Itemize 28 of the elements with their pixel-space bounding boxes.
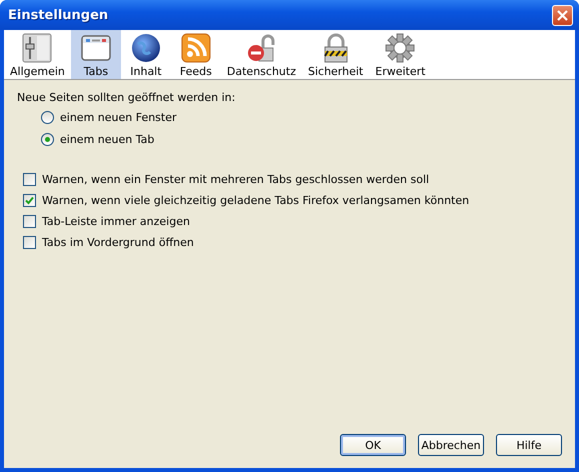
checkbox[interactable] — [23, 172, 36, 186]
close-icon — [556, 8, 569, 22]
checkbox[interactable] — [23, 236, 36, 248]
checkbox-label[interactable]: Tabs im Vordergrund öffnen — [42, 236, 194, 248]
pane-tab[interactable]: Allgemein — [4, 30, 71, 79]
dialog-button[interactable]: Abbrechen — [418, 434, 484, 456]
pane-tab[interactable]: Feeds — [170, 30, 221, 79]
pane-tab[interactable]: Inhalt — [120, 30, 171, 79]
checkbox-label[interactable]: Warnen, wenn ein Fenster mit mehreren Tabs geschlossen werden soll — [42, 172, 430, 186]
checkbox[interactable] — [23, 194, 36, 206]
slider-panel-icon — [21, 32, 54, 64]
close-button[interactable] — [552, 4, 573, 26]
pane-tab[interactable]: Tabs — [70, 30, 121, 79]
radio-label[interactable]: einem neuen Fenster — [60, 110, 177, 124]
checkbox-label[interactable]: Tab-Leiste immer anzeigen — [42, 214, 190, 228]
globe-icon — [130, 32, 162, 64]
section-label: Neue Seiten sollten geöffnet werden in: — [17, 91, 236, 104]
pane-tab[interactable]: Erweitert — [369, 30, 432, 79]
pane-tab[interactable]: Sicherheit — [302, 30, 370, 79]
checkbox[interactable] — [23, 214, 36, 228]
dialog-button[interactable]: Hilfe — [496, 434, 562, 456]
radio-label[interactable]: einem neuen Tab — [60, 132, 154, 146]
pane-tab[interactable]: Datenschutz — [220, 30, 302, 79]
checkbox-label[interactable]: Warnen, wenn viele gleichzeitig geladene Tabs Firefox verlangsamen könnten — [42, 194, 470, 206]
radio-button[interactable] — [41, 110, 54, 124]
radio-button[interactable] — [41, 132, 54, 146]
window-title: Einstellungen — [8, 8, 108, 22]
dialog-button[interactable]: OK — [340, 434, 406, 456]
